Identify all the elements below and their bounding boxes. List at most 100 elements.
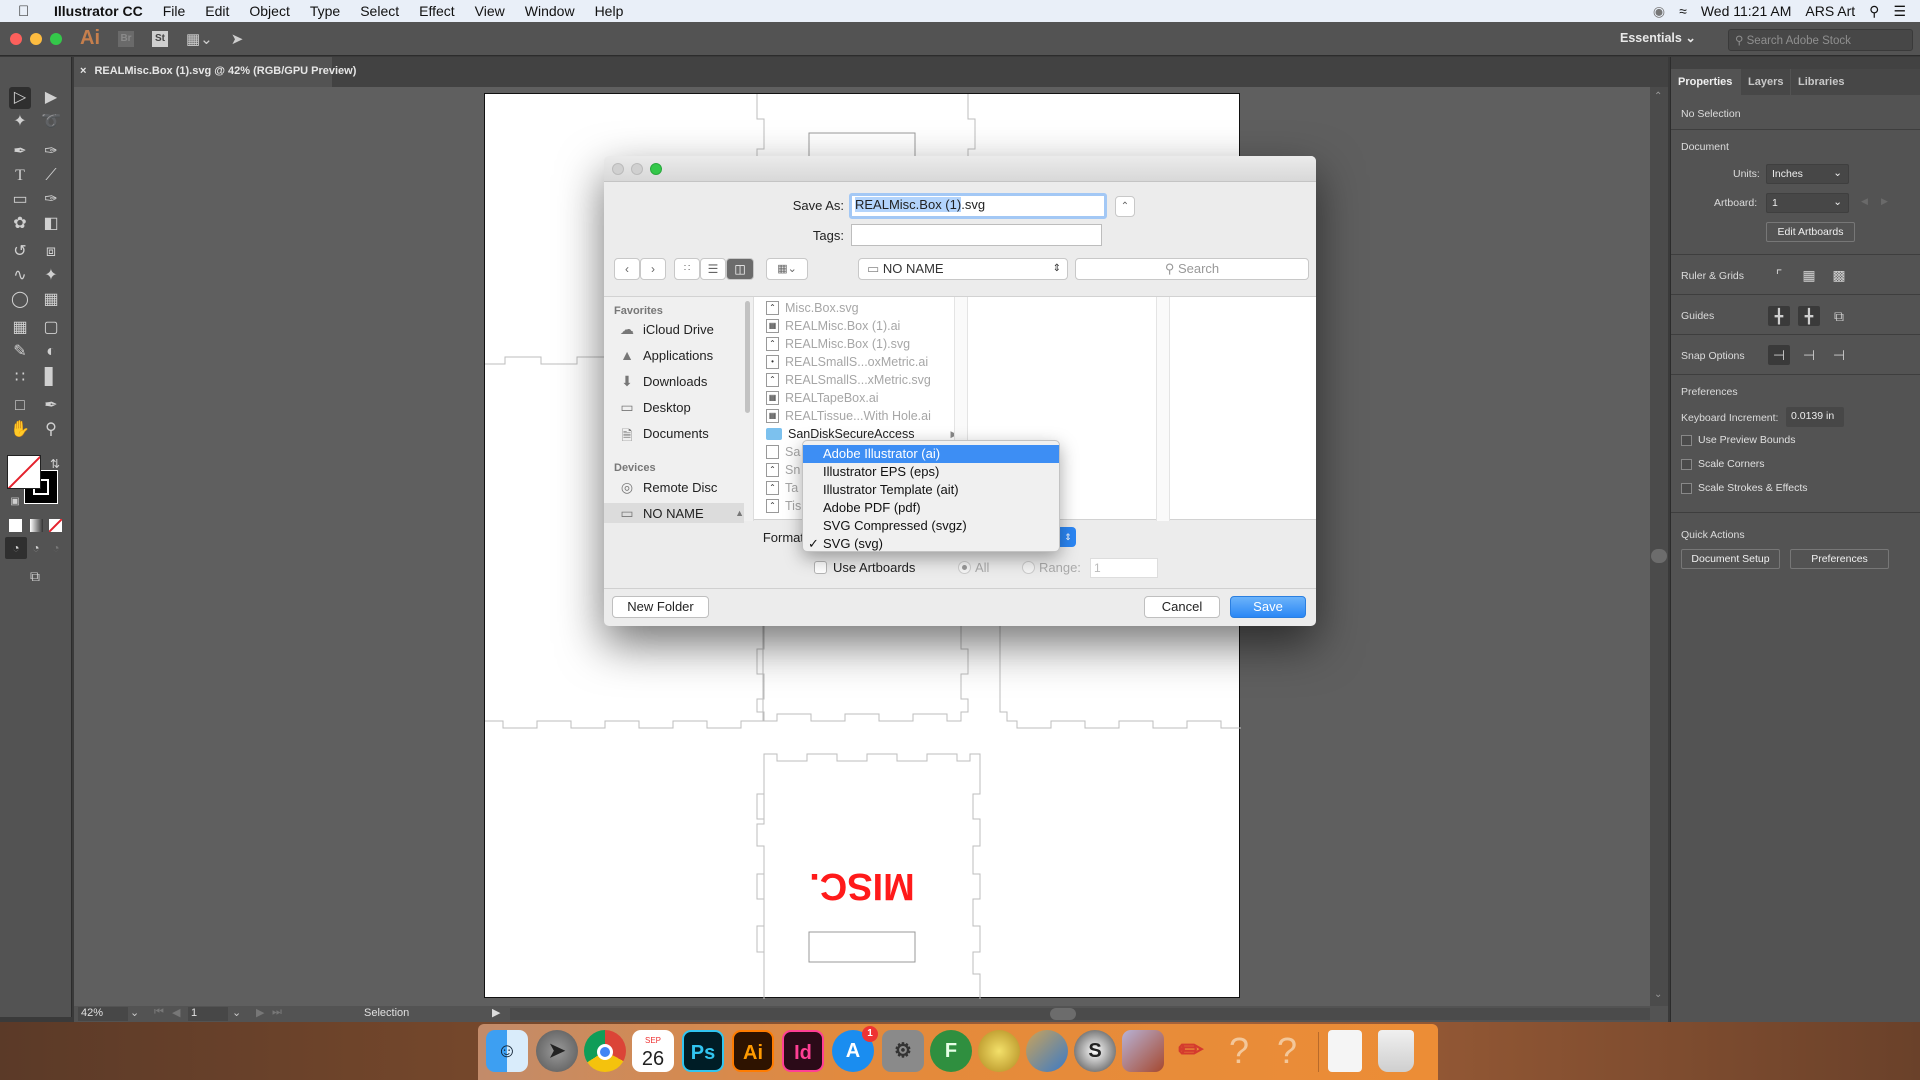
search-field[interactable]: ⚲ Search xyxy=(1075,258,1309,280)
new-folder-button[interactable]: New Folder xyxy=(612,596,709,618)
forward-button[interactable]: › xyxy=(640,258,666,280)
previous-artboard-icon[interactable]: ◀ xyxy=(172,1006,180,1019)
snap-to-pixel-icon[interactable]: ⊣ xyxy=(1828,345,1850,365)
dock-documents-stack-icon[interactable] xyxy=(1328,1030,1362,1072)
close-tab-icon[interactable]: × xyxy=(80,65,86,77)
warp-tool-icon[interactable]: ∿ xyxy=(9,265,31,287)
scroll-up-icon[interactable]: ⌃ xyxy=(1654,91,1662,102)
draw-behind-icon[interactable]: ◔ xyxy=(25,537,47,559)
first-artboard-icon[interactable]: ⏮ xyxy=(154,1006,164,1019)
color-mode-button[interactable] xyxy=(9,519,22,532)
graph-tool-icon[interactable]: ▋ xyxy=(40,367,62,389)
save-as-field[interactable]: REALMisc.Box (1).svg xyxy=(849,193,1107,219)
bridge-icon[interactable]: Br xyxy=(118,30,134,47)
symbol-sprayer-tool-icon[interactable]: ∷ xyxy=(9,367,31,389)
file-item[interactable]: ▦ REALTapeBox.ai xyxy=(766,391,879,405)
menu-file[interactable]: File xyxy=(153,3,196,19)
clock[interactable]: Wed 11:21 AM xyxy=(1701,3,1792,19)
dock-system-preferences-icon[interactable]: ⚙ xyxy=(882,1030,924,1072)
hand-tool-icon[interactable]: ✋ xyxy=(9,419,31,441)
shape-builder-tool-icon[interactable]: ◯ xyxy=(9,289,31,311)
location-dropdown[interactable]: ▭ NO NAME ⇕ xyxy=(858,258,1068,280)
transparency-grid-icon[interactable]: ▩ xyxy=(1828,265,1850,285)
zoom-dropdown-icon[interactable]: ⌄ xyxy=(130,1006,139,1019)
eyedropper-tool-icon[interactable]: ✎ xyxy=(9,341,31,363)
save-button[interactable]: Save xyxy=(1230,596,1306,618)
format-option-pdf[interactable]: Adobe PDF (pdf) xyxy=(803,499,1059,517)
gradient-tool-icon[interactable]: ▢ xyxy=(40,317,62,339)
prev-artboard-icon[interactable]: ◀ xyxy=(1861,196,1868,207)
arrange-documents-icon[interactable]: ▦⌄ xyxy=(186,30,213,48)
none-mode-button[interactable] xyxy=(49,519,62,532)
units-dropdown[interactable]: Inches ⌄ xyxy=(1766,164,1849,184)
file-item[interactable]: ⌃ REALMisc.Box (1).svg xyxy=(766,337,910,351)
sidebar-item-no-name[interactable]: ▭ NO NAME ▲ xyxy=(604,503,744,523)
collapse-dialog-button[interactable]: ⌃ xyxy=(1115,196,1135,217)
tab-properties[interactable]: Properties xyxy=(1671,69,1740,95)
menu-help[interactable]: Help xyxy=(585,3,634,19)
vertical-scrollbar[interactable]: ⌃ ⌄ xyxy=(1650,87,1668,1007)
zoom-window-button[interactable] xyxy=(50,32,62,45)
last-artboard-icon[interactable]: ⏭ xyxy=(272,1006,282,1019)
eraser-tool-icon[interactable]: ◧ xyxy=(40,213,62,235)
line-tool-icon[interactable]: ⟋ xyxy=(40,165,62,187)
spotlight-icon[interactable]: ⚲ xyxy=(1869,3,1879,20)
document-setup-button[interactable]: Document Setup xyxy=(1681,549,1780,569)
dock-trash-icon[interactable] xyxy=(1378,1030,1414,1072)
minimize-window-button[interactable] xyxy=(30,32,42,45)
dock-illustrator-icon[interactable]: Ai xyxy=(732,1030,774,1072)
scroll-thumb[interactable] xyxy=(1651,549,1667,563)
notification-center-icon[interactable]: ☰ xyxy=(1893,3,1906,20)
artboard-number-field[interactable]: 1 xyxy=(188,1007,228,1021)
format-option-svg[interactable]: ✓ SVG (svg) xyxy=(803,535,1059,553)
dialog-close-button[interactable] xyxy=(612,163,624,175)
artboard-dropdown[interactable]: 1 ⌄ xyxy=(1766,193,1849,213)
close-window-button[interactable] xyxy=(10,32,22,45)
format-popup-button[interactable]: ⇕ xyxy=(1060,527,1076,547)
dock-app-store-icon[interactable]: A1 xyxy=(832,1026,878,1072)
dock-finder-icon[interactable]: ☺ xyxy=(486,1030,528,1072)
folder-item[interactable]: SanDiskSecureAccess▶ xyxy=(766,427,957,441)
file-item[interactable]: Sa xyxy=(766,445,800,459)
swap-fill-stroke-icon[interactable]: ⇅ xyxy=(44,453,66,475)
range-field[interactable]: 1 xyxy=(1090,558,1158,578)
list-view-button[interactable]: ☰ xyxy=(700,258,726,280)
dialog-minimize-button[interactable] xyxy=(631,163,643,175)
stock-icon[interactable]: St xyxy=(152,30,168,47)
menu-object[interactable]: Object xyxy=(239,3,299,19)
sidebar-item-desktop[interactable]: ▭ Desktop xyxy=(618,399,690,415)
all-radio[interactable]: All xyxy=(958,560,989,575)
change-screen-mode-icon[interactable]: ⧉ xyxy=(24,565,46,587)
dock-launchpad-icon[interactable]: ➤ xyxy=(536,1030,578,1072)
column-view-button[interactable]: ◫ xyxy=(726,258,754,280)
horizontal-scroll-thumb[interactable] xyxy=(1050,1008,1076,1020)
icon-view-button[interactable]: ∷ xyxy=(674,258,700,280)
snap-to-grid-icon[interactable]: ⊣ xyxy=(1798,345,1820,365)
scale-corners-checkbox[interactable]: Scale Corners xyxy=(1681,458,1765,470)
format-option-ai[interactable]: Adobe Illustrator (ai) xyxy=(803,445,1059,463)
menu-select[interactable]: Select xyxy=(350,3,409,19)
grid-icon[interactable]: ▦ xyxy=(1798,265,1820,285)
lasso-tool-icon[interactable]: ➰ xyxy=(40,111,62,133)
paintbrush-tool-icon[interactable]: ✑ xyxy=(40,189,62,211)
draw-inside-icon[interactable]: ◔ xyxy=(45,537,67,559)
dock-unknown-app-icon[interactable]: ? xyxy=(1218,1030,1260,1072)
dock-sphere-app-icon[interactable] xyxy=(978,1030,1020,1072)
mesh-tool-icon[interactable]: ▦ xyxy=(9,317,31,339)
tab-libraries[interactable]: Libraries xyxy=(1791,69,1852,95)
use-preview-bounds-checkbox[interactable]: Use Preview Bounds xyxy=(1681,434,1795,446)
back-button[interactable]: ‹ xyxy=(614,258,640,280)
document-tab[interactable]: × REALMisc.Box (1).svg @ 42% (RGB/GPU Pre… xyxy=(74,57,356,87)
show-guides-icon[interactable]: ╋ xyxy=(1768,306,1790,326)
dock-f2-icon[interactable]: F xyxy=(930,1030,972,1072)
status-menu-icon[interactable]: ▶ xyxy=(492,1006,500,1019)
cancel-button[interactable]: Cancel xyxy=(1144,596,1220,618)
magic-wand-tool-icon[interactable]: ✦ xyxy=(9,111,31,133)
slice-tool-icon[interactable]: ✒ xyxy=(40,395,62,417)
format-option-svgz[interactable]: SVG Compressed (svgz) xyxy=(803,517,1059,535)
horizontal-scrollbar[interactable] xyxy=(510,1008,1650,1020)
file-item[interactable]: • REALSmallS...oxMetric.ai xyxy=(766,355,928,369)
tags-field[interactable] xyxy=(851,224,1102,246)
artboard-dropdown-icon[interactable]: ⌄ xyxy=(232,1006,241,1019)
menu-edit[interactable]: Edit xyxy=(195,3,239,19)
